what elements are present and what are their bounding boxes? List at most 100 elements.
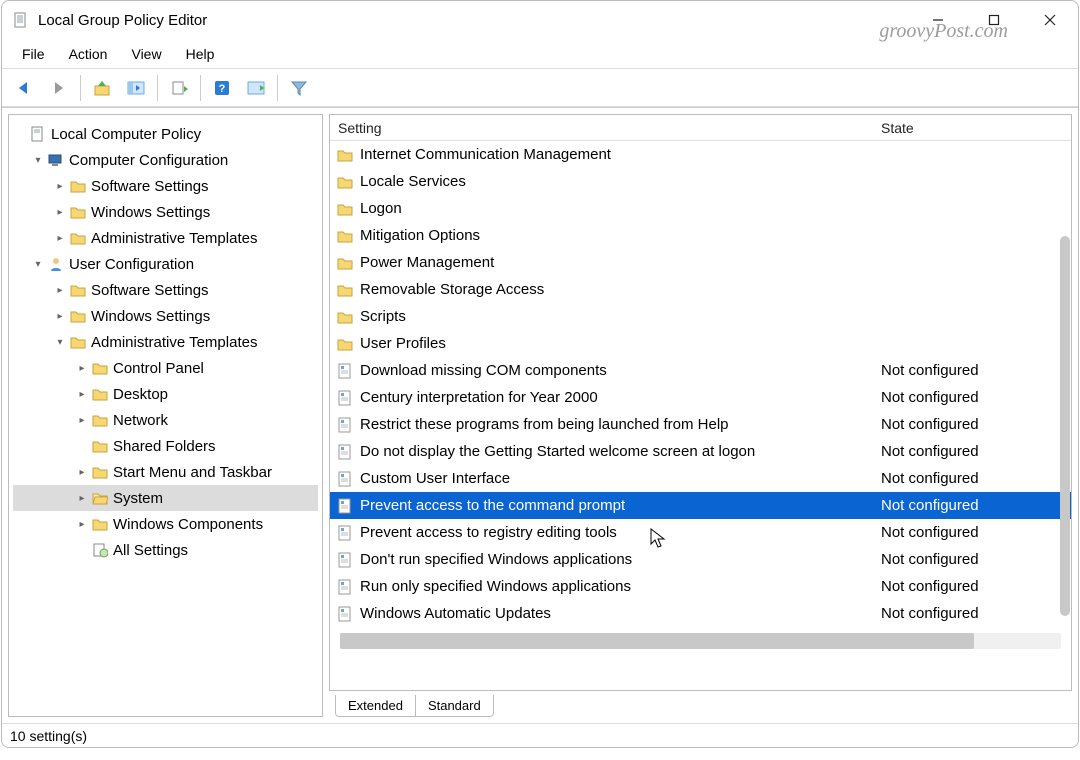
tree-item[interactable]: All Settings (13, 537, 318, 563)
list-row-folder[interactable]: Power Management (330, 249, 1071, 276)
row-label: Mitigation Options (360, 227, 841, 244)
menu-view[interactable]: View (121, 42, 171, 66)
tree-pane[interactable]: Local Computer Policy ▾ Computer Configu… (8, 114, 323, 717)
row-state: Not configured (841, 389, 1071, 406)
tree-label: Administrative Templates (91, 230, 257, 247)
chevron-right-icon[interactable]: ▸ (53, 311, 67, 322)
row-state: Not configured (841, 443, 1071, 460)
menu-help[interactable]: Help (176, 42, 225, 66)
tree-item[interactable]: ▸Windows Settings (13, 303, 318, 329)
chevron-down-icon[interactable]: ▾ (31, 259, 45, 270)
list-row-folder[interactable]: Locale Services (330, 168, 1071, 195)
list-row-folder[interactable]: Internet Communication Management (330, 141, 1071, 168)
chevron-right-icon[interactable]: ▸ (53, 233, 67, 244)
folder-icon (336, 173, 354, 191)
row-state: Not configured (841, 362, 1071, 379)
policy-setting-icon (336, 470, 354, 488)
list-body[interactable]: Internet Communication Management Locale… (330, 141, 1071, 690)
list-row-policy[interactable]: Prevent access to registry editing tools… (330, 519, 1071, 546)
properties-button[interactable] (241, 74, 271, 102)
tree-root[interactable]: Local Computer Policy (13, 121, 318, 147)
list-row-policy[interactable]: Download missing COM componentsNot confi… (330, 357, 1071, 384)
chevron-right-icon[interactable]: ▸ (53, 181, 67, 192)
vertical-scrollbar[interactable] (1057, 141, 1071, 690)
tree-label: Software Settings (91, 178, 209, 195)
list-row-folder[interactable]: Mitigation Options (330, 222, 1071, 249)
tree-item[interactable]: ▸Software Settings (13, 277, 318, 303)
chevron-down-icon[interactable]: ▾ (31, 155, 45, 166)
tree-item-system[interactable]: ▸System (13, 485, 318, 511)
tree-item[interactable]: ▸ Administrative Templates (13, 225, 318, 251)
tree-item[interactable]: ▸Start Menu and Taskbar (13, 459, 318, 485)
list-row-policy[interactable]: Do not display the Getting Started welco… (330, 438, 1071, 465)
menu-file[interactable]: File (12, 42, 55, 66)
tree-computer-config[interactable]: ▾ Computer Configuration (13, 147, 318, 173)
row-state: Not configured (841, 578, 1071, 595)
row-state: Not configured (841, 524, 1071, 541)
column-setting[interactable]: Setting (330, 120, 841, 136)
chevron-right-icon[interactable]: ▸ (53, 207, 67, 218)
row-label: Do not display the Getting Started welco… (360, 443, 841, 460)
list-row-policy[interactable]: Run only specified Windows applicationsN… (330, 573, 1071, 600)
row-state: Not configured (841, 497, 1071, 514)
row-state: Not configured (841, 551, 1071, 568)
folder-icon (91, 515, 109, 533)
tree-item[interactable]: ▸Windows Components (13, 511, 318, 537)
list-row-policy[interactable]: Century interpretation for Year 2000Not … (330, 384, 1071, 411)
tree-admin-templates[interactable]: ▾Administrative Templates (13, 329, 318, 355)
list-row-policy-selected[interactable]: Prevent access to the command promptNot … (330, 492, 1071, 519)
chevron-right-icon[interactable]: ▸ (53, 285, 67, 296)
chevron-right-icon[interactable]: ▸ (75, 363, 89, 374)
horizontal-scrollbar[interactable] (340, 633, 1061, 649)
list-row-folder[interactable]: User Profiles (330, 330, 1071, 357)
chevron-right-icon[interactable]: ▸ (75, 389, 89, 400)
list-row-folder[interactable]: Logon (330, 195, 1071, 222)
up-button[interactable] (87, 74, 117, 102)
policy-icon (29, 125, 47, 143)
export-list-button[interactable] (164, 74, 194, 102)
chevron-right-icon[interactable]: ▸ (75, 493, 89, 504)
chevron-right-icon[interactable]: ▸ (75, 415, 89, 426)
window-title: Local Group Policy Editor (38, 12, 207, 29)
tree-item[interactable]: ▸ Software Settings (13, 173, 318, 199)
folder-icon (69, 307, 87, 325)
column-state[interactable]: State (841, 120, 1071, 136)
tree-label: Desktop (113, 386, 168, 403)
list-row-policy[interactable]: Don't run specified Windows applications… (330, 546, 1071, 573)
list-row-policy[interactable]: Restrict these programs from being launc… (330, 411, 1071, 438)
forward-button[interactable] (44, 74, 74, 102)
menu-action[interactable]: Action (59, 42, 118, 66)
tree-user-config[interactable]: ▾ User Configuration (13, 251, 318, 277)
chevron-right-icon[interactable]: ▸ (75, 519, 89, 530)
list-row-policy[interactable]: Windows Automatic UpdatesNot configured (330, 600, 1071, 627)
close-button[interactable] (1022, 1, 1078, 39)
row-label: Scripts (360, 308, 841, 325)
maximize-button[interactable] (966, 1, 1022, 39)
help-button[interactable]: ? (207, 74, 237, 102)
filter-button[interactable] (284, 74, 314, 102)
chevron-down-icon[interactable]: ▾ (53, 337, 67, 348)
toolbar-separator (200, 75, 201, 101)
scrollbar-thumb[interactable] (1060, 236, 1070, 616)
folder-icon (69, 333, 87, 351)
policy-setting-icon (336, 551, 354, 569)
chevron-right-icon[interactable]: ▸ (75, 467, 89, 478)
tab-extended[interactable]: Extended (335, 695, 416, 717)
tree-item[interactable]: ▸ Desktop (13, 381, 318, 407)
tree-item[interactable]: ▸Network (13, 407, 318, 433)
tab-standard[interactable]: Standard (416, 695, 494, 717)
list-row-policy[interactable]: Custom User InterfaceNot configured (330, 465, 1071, 492)
tree-item[interactable]: ▸Control Panel (13, 355, 318, 381)
tree-item[interactable]: Shared Folders (13, 433, 318, 459)
row-label: Custom User Interface (360, 470, 841, 487)
back-button[interactable] (10, 74, 40, 102)
folder-icon (336, 200, 354, 218)
list-row-folder[interactable]: Removable Storage Access (330, 276, 1071, 303)
scrollbar-thumb[interactable] (340, 633, 974, 649)
minimize-button[interactable] (910, 1, 966, 39)
folder-icon (336, 308, 354, 326)
show-hide-tree-button[interactable] (121, 74, 151, 102)
app-window: Local Group Policy Editor groovyPost.com… (1, 0, 1079, 748)
list-row-folder[interactable]: Scripts (330, 303, 1071, 330)
tree-item[interactable]: ▸Windows Settings (13, 199, 318, 225)
